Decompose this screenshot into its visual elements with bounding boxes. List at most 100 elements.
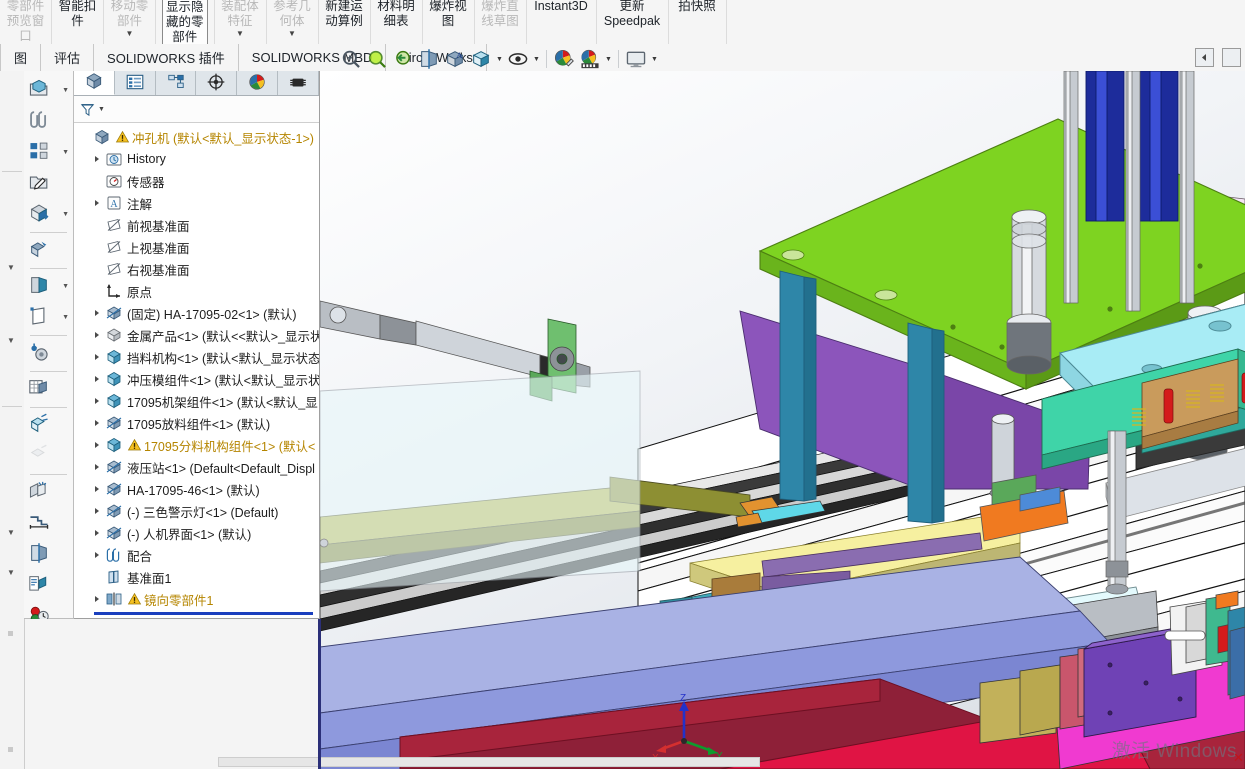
feature-tree[interactable]: 冲孔机 (默认<默认_显示状态-1>)History传感器A注解前视基准面上视基… bbox=[74, 123, 319, 619]
view-hide-show-items[interactable] bbox=[506, 47, 530, 71]
rail-interference-detection[interactable] bbox=[24, 477, 73, 508]
ribbon-assembly-features-dropdown-icon[interactable]: ▼ bbox=[236, 30, 244, 38]
expand-arrow-icon[interactable] bbox=[90, 354, 104, 360]
ribbon-bill-of-materials[interactable]: 材料明 细表 bbox=[371, 0, 423, 44]
tree-item-annotations[interactable]: A注解 bbox=[74, 192, 319, 214]
rail-linear-component-pattern[interactable]: ▼ bbox=[24, 137, 73, 168]
rollback-bar[interactable] bbox=[94, 612, 313, 615]
rail-show-hidden-components-dropdown-icon[interactable]: ▼ bbox=[62, 211, 69, 218]
expand-arrow-icon[interactable] bbox=[90, 486, 104, 492]
strip-caret-1[interactable]: ▼ bbox=[7, 263, 15, 272]
panel-options-button[interactable] bbox=[1222, 48, 1241, 67]
rail-exploded-view[interactable] bbox=[24, 410, 73, 441]
ribbon-take-snapshot[interactable]: 拍快照 bbox=[669, 0, 727, 44]
filter-caret-icon[interactable]: ▼ bbox=[98, 106, 105, 113]
view-apply-scene-dropdown-icon[interactable]: ▼ bbox=[604, 56, 613, 63]
graphics-viewport[interactable]: Z Y X 激活 Windows bbox=[320, 71, 1245, 769]
expand-arrow-icon[interactable] bbox=[90, 376, 104, 382]
view-zoom-to-fit[interactable] bbox=[339, 47, 363, 71]
dimxpert-manager[interactable] bbox=[196, 71, 237, 95]
tab-solidworks-addins[interactable]: SOLIDWORKS 插件 bbox=[94, 44, 239, 71]
tree-item-top-plane[interactable]: 上视基准面 bbox=[74, 236, 319, 258]
tree-item-origin[interactable]: 原点 bbox=[74, 280, 319, 302]
expand-arrow-icon[interactable] bbox=[90, 310, 104, 316]
expand-arrow-icon[interactable] bbox=[90, 508, 104, 514]
tree-item-history[interactable]: History bbox=[74, 148, 319, 170]
tree-item-sensors[interactable]: 传感器 bbox=[74, 170, 319, 192]
expand-arrow-icon[interactable] bbox=[90, 200, 104, 206]
rail-assembly-features[interactable] bbox=[24, 235, 73, 266]
view-settings[interactable] bbox=[624, 47, 648, 71]
tree-item-mirror-components1[interactable]: 镜向零部件1 bbox=[74, 588, 319, 610]
tree-item-plane1[interactable]: 基准面1 bbox=[74, 566, 319, 588]
featuremanager-design-tree[interactable] bbox=[74, 71, 115, 95]
rail-insert-components-dropdown-icon[interactable]: ▼ bbox=[62, 87, 69, 94]
tree-item-hmi[interactable]: (-) 人机界面<1> (默认) bbox=[74, 522, 319, 544]
tree-item-ha-17095-02[interactable]: (固定) HA-17095-02<1> (默认) bbox=[74, 302, 319, 324]
ribbon-update-speedpak[interactable]: 更新 Speedpak bbox=[597, 0, 669, 44]
configuration-manager[interactable] bbox=[156, 71, 197, 95]
expand-arrow-icon[interactable] bbox=[90, 398, 104, 404]
tree-item-tricolor-warning-light[interactable]: (-) 三色警示灯<1> (Default) bbox=[74, 500, 319, 522]
rail-edit-component[interactable] bbox=[24, 168, 73, 199]
tree-root-assembly[interactable]: 冲孔机 (默认<默认_显示状态-1>) bbox=[74, 126, 319, 148]
rail-new-motion-study[interactable] bbox=[24, 338, 73, 369]
rail-show-hidden-components[interactable]: ▼ bbox=[24, 199, 73, 230]
strip-caret-3[interactable]: ▼ bbox=[7, 528, 15, 537]
rail-measure[interactable] bbox=[24, 508, 73, 539]
strip-caret-4[interactable]: ▼ bbox=[7, 568, 15, 577]
rail-mate[interactable] bbox=[24, 106, 73, 137]
rail-reference-geometry[interactable]: ▼ bbox=[24, 271, 73, 302]
ribbon-new-motion-study[interactable]: 新建运 动算例 bbox=[319, 0, 371, 44]
rail-reference-plane-dropdown-icon[interactable]: ▼ bbox=[62, 314, 69, 321]
display-manager[interactable] bbox=[237, 71, 278, 95]
view-settings-dropdown-icon[interactable]: ▼ bbox=[650, 56, 659, 63]
expand-arrow-icon[interactable] bbox=[90, 530, 104, 536]
tree-item-ha-17095-46[interactable]: HA-17095-46<1> (默认) bbox=[74, 478, 319, 500]
view-section-view[interactable] bbox=[417, 47, 441, 71]
view-display-style[interactable] bbox=[469, 47, 493, 71]
ribbon-move-component-dropdown-icon[interactable]: ▼ bbox=[126, 30, 134, 38]
view-previous-view[interactable] bbox=[391, 47, 415, 71]
view-display-style-dropdown-icon[interactable]: ▼ bbox=[495, 56, 504, 63]
tab-drawing[interactable]: 图 bbox=[0, 44, 41, 71]
feature-tree-filter-bar[interactable]: ▼ bbox=[74, 96, 319, 123]
view-hide-show-items-dropdown-icon[interactable]: ▼ bbox=[532, 56, 541, 63]
ribbon-smart-fasteners[interactable]: 智能扣 件 bbox=[52, 0, 104, 44]
rail-reference-geometry-dropdown-icon[interactable]: ▼ bbox=[62, 283, 69, 290]
tree-item-stock-stop-mechanism[interactable]: 挡料机构<1> (默认<默认_显示状态- bbox=[74, 346, 319, 368]
tree-item-front-plane[interactable]: 前视基准面 bbox=[74, 214, 319, 236]
tree-item-right-plane[interactable]: 右视基准面 bbox=[74, 258, 319, 280]
collapse-panel-button[interactable] bbox=[1195, 48, 1214, 67]
expand-arrow-icon[interactable] bbox=[90, 596, 104, 602]
ribbon-show-hidden-components[interactable]: 显示隐 藏的零 部件 bbox=[156, 0, 215, 44]
rail-bill-of-materials[interactable] bbox=[24, 374, 73, 405]
expand-arrow-icon[interactable] bbox=[90, 420, 104, 426]
close-document-icon[interactable]: ✕ bbox=[1233, 750, 1244, 766]
view-zoom-to-area[interactable] bbox=[365, 47, 389, 71]
view-orientation[interactable]: A bbox=[443, 47, 467, 71]
view-edit-appearance[interactable] bbox=[552, 47, 576, 71]
tree-item-17095-separator-assembly[interactable]: 17095分料机构组件<1> (默认< bbox=[74, 434, 319, 456]
circuitworks-manager[interactable] bbox=[278, 71, 319, 95]
rail-section-view[interactable] bbox=[24, 539, 73, 570]
ribbon-reference-geometry-dropdown-icon[interactable]: ▼ bbox=[288, 30, 296, 38]
ribbon-exploded-view[interactable]: 爆炸视 图 bbox=[423, 0, 475, 44]
property-manager[interactable] bbox=[115, 71, 156, 95]
rail-insert-components[interactable]: ▼ bbox=[24, 75, 73, 106]
expand-arrow-icon[interactable] bbox=[90, 464, 104, 470]
ribbon-instant3d[interactable]: Instant3D bbox=[527, 0, 597, 44]
tree-item-metal-product[interactable]: 金属产品<1> (默认<<默认>_显示状 bbox=[74, 324, 319, 346]
panel-divider[interactable] bbox=[318, 619, 321, 769]
expand-arrow-icon[interactable] bbox=[90, 332, 104, 338]
view-apply-scene[interactable] bbox=[578, 47, 602, 71]
tree-item-17095-frame-assembly[interactable]: 17095机架组件<1> (默认<默认_显 bbox=[74, 390, 319, 412]
tree-item-17095-feed-assembly[interactable]: 17095放料组件<1> (默认) bbox=[74, 412, 319, 434]
tab-evaluate[interactable]: 评估 bbox=[41, 44, 94, 71]
tree-item-hydraulic-station[interactable]: 液压站<1> (Default<Default_Displ bbox=[74, 456, 319, 478]
horizontal-scrollbar[interactable] bbox=[218, 757, 760, 767]
strip-caret-2[interactable]: ▼ bbox=[7, 336, 15, 345]
rail-linear-component-pattern-dropdown-icon[interactable]: ▼ bbox=[62, 149, 69, 156]
tree-item-stamping-die-assembly[interactable]: 冲压模组件<1> (默认<默认_显示状 bbox=[74, 368, 319, 390]
rail-reference-plane[interactable]: ▼ bbox=[24, 302, 73, 333]
